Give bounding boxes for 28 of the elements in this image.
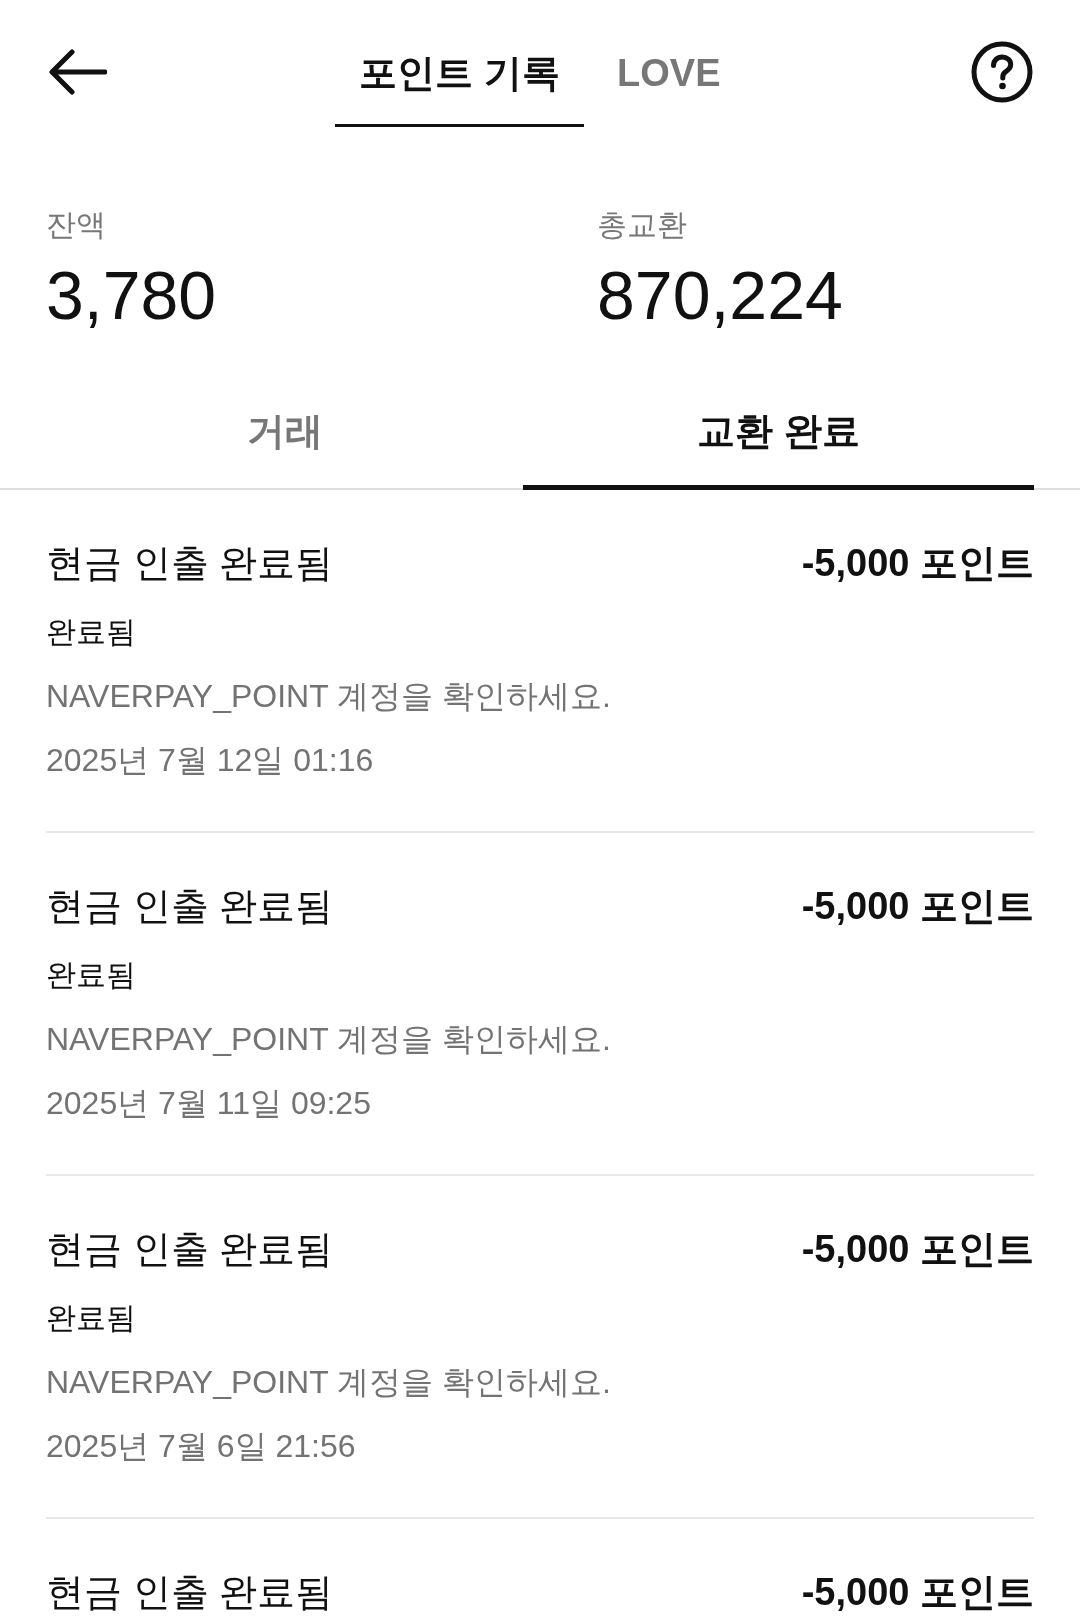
help-button[interactable] <box>970 40 1034 104</box>
header-tab[interactable]: 포인트 기록 <box>335 48 585 127</box>
summary-value: 3,780 <box>46 256 218 335</box>
transaction-amount: -5,000 포인트 <box>801 541 1034 586</box>
transaction-date: 2025년 7월 12일 01:16 <box>46 742 374 778</box>
transaction-note: NAVERPAY_POINT 계정을 확인하세요. <box>46 678 611 714</box>
summary-label: 잔액 <box>46 207 107 243</box>
sub-tab[interactable]: 거래 <box>46 386 523 490</box>
help-icon <box>971 41 1033 103</box>
back-arrow-icon <box>49 49 107 95</box>
transaction-title: 현금 인출 완료됨 <box>46 884 334 929</box>
transaction-status: 완료됨 <box>46 615 136 648</box>
summary-label: 총교환 <box>597 207 688 243</box>
transaction-amount: -5,000 포인트 <box>801 1227 1034 1272</box>
transaction-title: 현금 인출 완료됨 <box>46 1570 334 1615</box>
transaction-status: 완료됨 <box>46 958 136 991</box>
transaction-date: 2025년 7월 11일 09:25 <box>46 1085 371 1121</box>
transaction-title: 현금 인출 완료됨 <box>46 541 334 586</box>
sub-tab[interactable]: 교환 완료 <box>523 386 1034 490</box>
transaction-amount: -5,000 포인트 <box>801 1570 1034 1615</box>
transaction-amount: -5,000 포인트 <box>801 884 1034 929</box>
transaction-note: NAVERPAY_POINT 계정을 확인하세요. <box>46 1021 611 1057</box>
summary-value: 870,224 <box>597 256 844 335</box>
transaction-note: NAVERPAY_POINT 계정을 확인하세요. <box>46 1364 611 1400</box>
transaction-title: 현금 인출 완료됨 <box>46 1227 334 1272</box>
header-tab[interactable]: LOVE <box>593 48 745 127</box>
transaction-status: 완료됨 <box>46 1301 136 1334</box>
transaction-date: 2025년 7월 6일 21:56 <box>46 1428 356 1464</box>
